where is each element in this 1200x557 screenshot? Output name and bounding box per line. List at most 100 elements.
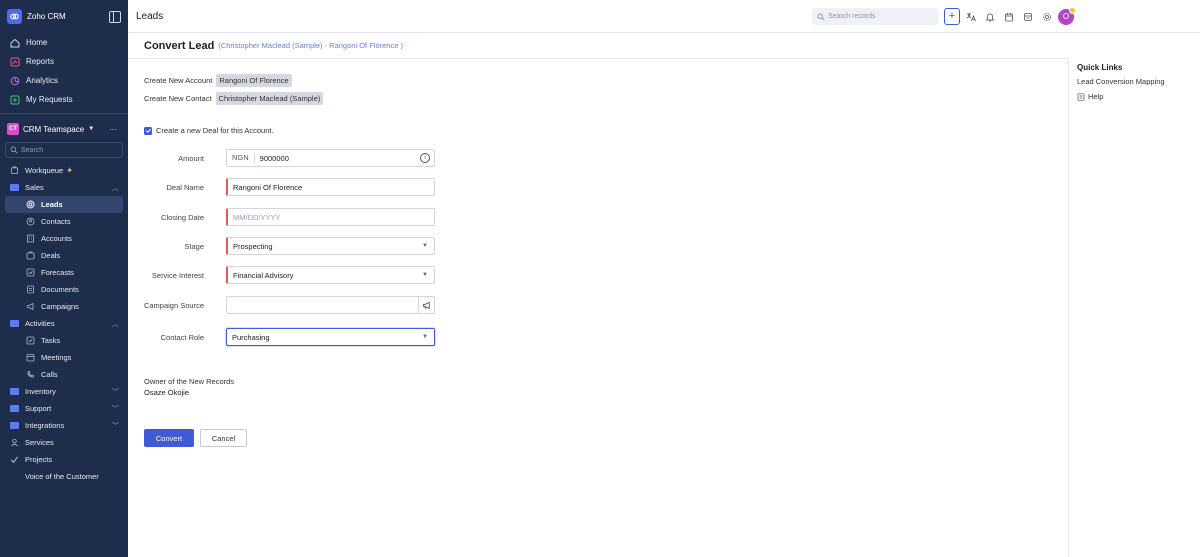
- phone-icon: [26, 370, 35, 379]
- sidebar-item-forecasts[interactable]: Forecasts: [0, 264, 128, 281]
- sidebar-item-label: Campaigns: [41, 302, 79, 311]
- nav-item-analytics[interactable]: Analytics: [0, 71, 128, 90]
- lead-conversion-mapping-link[interactable]: Lead Conversion Mapping: [1077, 77, 1192, 86]
- info-icon[interactable]: i: [420, 153, 430, 163]
- owner-label: Owner of the New Records: [144, 377, 235, 386]
- service-interest-select[interactable]: Financial Advisory ▼: [226, 266, 435, 284]
- nav-item-voice-of-customer[interactable]: Voice of the Customer: [0, 468, 128, 485]
- amount-input[interactable]: NGN 9000000 i: [226, 149, 435, 167]
- more-icon[interactable]: ···: [109, 125, 117, 134]
- nav-group-support[interactable]: Support ﹀: [0, 400, 128, 417]
- nav-item-home[interactable]: Home: [0, 33, 128, 52]
- sidebar-item-calls[interactable]: Calls: [0, 366, 128, 383]
- stage-label: Stage: [184, 241, 204, 251]
- sidebar-item-documents[interactable]: Documents: [0, 281, 128, 298]
- nav-group-integrations[interactable]: Integrations ﹀: [0, 417, 128, 434]
- account-name-chip: Rangoni Of Florence: [216, 74, 292, 87]
- help-link[interactable]: Help: [1077, 92, 1192, 101]
- page-header: Convert Lead (Christopher Maclead (Sampl…: [128, 33, 1068, 59]
- zoho-crm-logo-icon: [7, 9, 22, 24]
- amount-label: Amount: [178, 153, 204, 163]
- search-records-input[interactable]: Search records: [812, 8, 938, 25]
- nav-item-services[interactable]: Services: [0, 434, 128, 451]
- stage-value: Prospecting: [233, 241, 273, 251]
- teamspace-badge: CT: [7, 123, 19, 135]
- search-records-placeholder: Search records: [828, 13, 876, 20]
- projects-icon: [9, 455, 19, 465]
- nav-group-label: Activities: [25, 319, 55, 328]
- campaign-lookup-button[interactable]: [418, 297, 434, 313]
- nav-item-label: Services: [25, 438, 54, 447]
- megaphone-icon: [422, 301, 430, 309]
- sidebar-item-accounts[interactable]: Accounts: [0, 230, 128, 247]
- nav-group-label: Support: [25, 404, 52, 413]
- contact-role-value: Purchasing: [232, 332, 270, 342]
- owner-name[interactable]: Osaze Okojie: [144, 388, 189, 397]
- calendar-icon[interactable]: [1001, 8, 1017, 25]
- nav-group-inventory[interactable]: Inventory ﹀: [0, 383, 128, 400]
- sidebar-item-campaigns[interactable]: Campaigns: [0, 298, 128, 315]
- help-doc-icon: [1077, 92, 1085, 101]
- sidebar-header: Zoho CRM: [0, 0, 128, 33]
- sidebar-item-deals[interactable]: Deals: [0, 247, 128, 264]
- link-label: Help: [1088, 92, 1104, 101]
- contact-role-label: Contact Role: [160, 332, 204, 342]
- sidebar-item-label: Accounts: [41, 234, 72, 243]
- campaign-source-row: Campaign Source: [128, 296, 435, 314]
- sidebar-item-contacts[interactable]: Contacts: [0, 213, 128, 230]
- forecasts-icon: [26, 268, 35, 277]
- quick-links-panel: Quick Links Lead Conversion Mapping Help: [1068, 59, 1200, 557]
- caret-down-icon: ▼: [422, 243, 428, 249]
- nav-item-label: Workqueue: [25, 166, 64, 175]
- sidebar-item-tasks[interactable]: Tasks: [0, 332, 128, 349]
- nav-group-sales[interactable]: Sales ︿: [0, 179, 128, 196]
- avatar-initial: O: [1062, 12, 1070, 21]
- teamspace-switcher[interactable]: CT CRM Teamspace ▼ ···: [0, 118, 128, 140]
- closing-date-input[interactable]: MM/DD/YYYY: [226, 208, 435, 226]
- sidebar: Zoho CRM Home Reports Analytics My Reque…: [0, 0, 128, 557]
- megaphone-icon: [26, 302, 35, 311]
- accounts-icon: [26, 234, 35, 243]
- closing-date-row: Closing Date MM/DD/YYYY: [128, 208, 435, 226]
- campaign-source-input[interactable]: [226, 296, 435, 314]
- amount-value: 9000000: [259, 153, 289, 163]
- contact-role-select[interactable]: Purchasing ▼: [226, 328, 435, 346]
- folder-icon: [9, 387, 19, 397]
- stage-select[interactable]: Prospecting ▼: [226, 237, 435, 255]
- nav-group-label: Inventory: [25, 387, 56, 396]
- create-plus-button[interactable]: +: [944, 8, 960, 25]
- create-deal-checkbox[interactable]: [144, 126, 152, 135]
- deal-name-value: Rangoni Of Florence: [233, 182, 303, 192]
- nav-item-my-requests[interactable]: My Requests: [0, 90, 128, 109]
- home-icon: [10, 38, 20, 48]
- nav-group-label: Sales: [25, 183, 44, 192]
- nav-item-reports[interactable]: Reports: [0, 52, 128, 71]
- quick-links-title: Quick Links: [1077, 63, 1123, 72]
- nav-item-label: Reports: [26, 57, 55, 66]
- cancel-button[interactable]: Cancel: [200, 429, 247, 447]
- sidebar-item-label: Documents: [41, 285, 79, 294]
- sidebar-search-input[interactable]: Search: [5, 142, 123, 158]
- convert-button[interactable]: Convert: [144, 429, 194, 447]
- create-deal-checkbox-row[interactable]: Create a new Deal for this Account.: [144, 126, 274, 135]
- deal-name-input[interactable]: Rangoni Of Florence: [226, 178, 435, 196]
- marketplace-icon[interactable]: [1020, 8, 1036, 25]
- sidebar-search-placeholder: Search: [21, 146, 44, 154]
- gear-icon[interactable]: [1039, 8, 1055, 25]
- translate-icon[interactable]: [963, 8, 979, 25]
- nav-item-projects[interactable]: Projects: [0, 451, 128, 468]
- deal-name-label: Deal Name: [166, 182, 204, 192]
- service-interest-row: Service Interest Financial Advisory ▼: [128, 266, 435, 284]
- avatar-status-dot: [1069, 6, 1076, 14]
- bell-icon[interactable]: [982, 8, 998, 25]
- closing-date-label: Closing Date: [161, 212, 204, 222]
- sidebar-item-label: Deals: [41, 251, 61, 260]
- user-avatar[interactable]: O: [1058, 6, 1076, 25]
- sidebar-item-leads[interactable]: Leads: [5, 196, 123, 213]
- folder-icon: [9, 421, 19, 431]
- sidebar-collapse-icon[interactable]: [109, 10, 121, 23]
- nav-item-workqueue[interactable]: Workqueue ✦: [0, 162, 128, 179]
- nav-group-activities[interactable]: Activities ︿: [0, 315, 128, 332]
- documents-icon: [26, 285, 35, 294]
- sidebar-item-meetings[interactable]: Meetings: [0, 349, 128, 366]
